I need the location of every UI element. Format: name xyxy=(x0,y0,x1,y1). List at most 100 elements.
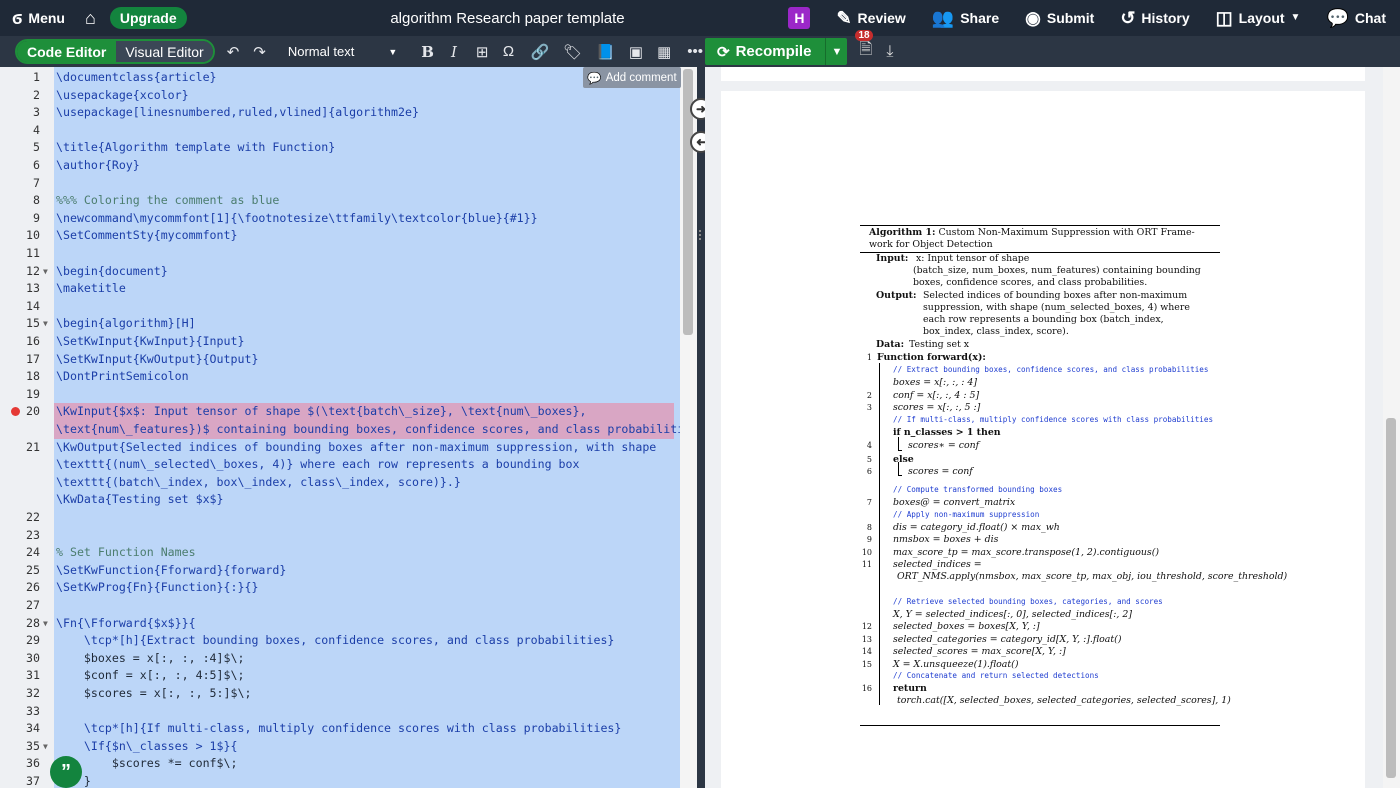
algorithm-statement: selected_indices = xyxy=(893,559,982,570)
fold-toggle-icon[interactable]: ▼ xyxy=(43,315,48,333)
recompile-label: Recompile xyxy=(735,43,812,60)
code-editor-pane[interactable]: 1 \documentclass{article} 2 \usepackage{xco… xyxy=(0,67,697,788)
code-line[interactable]: 27 xyxy=(0,597,697,615)
layout-button[interactable]: ◫ Layout ▼ xyxy=(1216,0,1301,36)
drag-handle-icon[interactable] xyxy=(699,230,703,240)
redo-icon[interactable]: ↷ xyxy=(253,43,266,61)
pdf-page-previous xyxy=(721,67,1365,81)
math-icon[interactable]: ⊞ xyxy=(476,43,489,61)
code-line[interactable]: \text{num\_features})$ containing boundi… xyxy=(0,421,697,439)
code-line[interactable]: 8 %%% Coloring the comment as blue xyxy=(0,192,697,210)
code-line[interactable]: 24 % Set Function Names xyxy=(0,544,697,562)
download-pdf-button[interactable]: ⤓ xyxy=(886,43,893,61)
code-line[interactable]: 13 \maketitle xyxy=(0,280,697,298)
fold-toggle-icon[interactable]: ▼ xyxy=(43,615,48,633)
chat-button[interactable]: 💬 Chat xyxy=(1326,0,1386,36)
code-line[interactable]: 18 \DontPrintSemicolon xyxy=(0,368,697,386)
algorithm-caption-label: Algorithm 1: xyxy=(869,227,936,238)
code-line[interactable]: 31 $conf = x[:, :, 4:5]$\; xyxy=(0,667,697,685)
submit-button[interactable]: ◉ Submit xyxy=(1025,0,1094,36)
code-line[interactable]: 35 ▼ \If{$n\_classes > 1$}{ xyxy=(0,738,697,756)
code-line[interactable]: 2 \usepackage{xcolor} xyxy=(0,87,697,105)
share-button[interactable]: 👥 Share xyxy=(932,0,999,36)
code-editor-button[interactable]: Code Editor xyxy=(17,41,117,62)
recompile-options-dropdown[interactable]: ▼ xyxy=(825,38,848,65)
code-line[interactable]: 23 xyxy=(0,527,697,545)
code-text: \Fn{\Fforward{$x$}}{ xyxy=(56,615,196,630)
code-line[interactable]: \texttt{(num\_selected\_boxes, 4)} where… xyxy=(0,456,697,474)
home-button[interactable]: ⌂ xyxy=(85,0,96,36)
history-button[interactable]: ↺ History xyxy=(1120,0,1189,36)
code-line[interactable]: 22 xyxy=(0,509,697,527)
code-line[interactable]: \texttt{(batch\_index, box\_index, class… xyxy=(0,474,697,492)
code-line[interactable]: 15 ▼ \begin{algorithm}[H] xyxy=(0,315,697,333)
code-line[interactable]: 28 ▼ \Fn{\Fforward{$x$}}{ xyxy=(0,615,697,633)
code-line[interactable]: 30 $boxes = x[:, :, :4]$\; xyxy=(0,650,697,668)
code-text: \texttt{(num\_selected\_boxes, 4)} where… xyxy=(56,457,580,472)
table-icon[interactable]: ▦ xyxy=(657,43,671,61)
code-line[interactable]: 14 xyxy=(0,298,697,316)
italic-icon[interactable]: I xyxy=(448,43,460,61)
code-text: $scores *= conf$\; xyxy=(56,756,238,771)
code-line[interactable]: 6 \author{Roy} xyxy=(0,157,697,175)
code-line[interactable]: \KwData{Testing set $x$} xyxy=(0,491,697,509)
code-line[interactable]: 11 xyxy=(0,245,697,263)
code-line[interactable]: 16 \SetKwInput{KwInput}{Input} xyxy=(0,333,697,351)
code-line[interactable]: 25 \SetKwFunction{Fforward}{forward} xyxy=(0,562,697,580)
code-line[interactable]: 17 \SetKwInput{KwOutput}{Output} xyxy=(0,351,697,369)
globe-icon: ◉ xyxy=(1025,8,1041,28)
menu-button[interactable]: ϭ Menu xyxy=(12,0,65,36)
code-line[interactable]: 5 \title{Algorithm template with Function… xyxy=(0,139,697,157)
reference-icon[interactable]: 📘 xyxy=(596,43,615,61)
user-avatar[interactable]: H xyxy=(788,7,811,29)
code-line[interactable]: 37 } xyxy=(0,773,697,788)
code-line[interactable]: 4 xyxy=(0,122,697,140)
line-number: 35 xyxy=(26,738,40,753)
bottom-rule xyxy=(860,725,1220,726)
input-line2: (batch_size, num_boxes, num_features) co… xyxy=(913,265,1201,276)
preview-scrollbar-thumb[interactable] xyxy=(1386,418,1396,778)
algorithm-line-number: 3 xyxy=(866,403,872,412)
data-keyword: Data: xyxy=(876,339,905,350)
line-number: 2 xyxy=(33,87,40,102)
recompile-button[interactable]: ⟳ Recompile xyxy=(705,38,826,65)
add-comment-button[interactable]: 💬 Add comment xyxy=(583,67,681,88)
bold-icon[interactable]: B xyxy=(421,43,434,61)
undo-icon[interactable]: ↶ xyxy=(227,43,240,61)
more-icon[interactable]: ••• xyxy=(687,43,703,60)
code-line[interactable]: 3 \usepackage[linesnumbered,ruled,vlined]… xyxy=(0,104,697,122)
symbol-icon[interactable]: Ω xyxy=(503,43,515,60)
code-line[interactable]: 9 \newcommand\mycommfont[1]{\footnotesize… xyxy=(0,210,697,228)
logs-button[interactable]: 🗎 18 xyxy=(855,30,873,65)
else-vline xyxy=(898,462,899,475)
code-line[interactable]: 33 xyxy=(0,703,697,721)
line-number: 22 xyxy=(26,510,40,524)
image-icon[interactable]: ▣ xyxy=(629,43,643,61)
code-line[interactable]: 12 ▼ \begin{document} xyxy=(0,263,697,281)
algorithm-caption: Algorithm 1: Custom Non-Maximum Suppress… xyxy=(869,227,1195,238)
code-line[interactable]: 7 xyxy=(0,175,697,193)
download-icon: ⤓ xyxy=(886,42,894,60)
upgrade-button[interactable]: Upgrade xyxy=(109,7,187,29)
fold-toggle-icon[interactable]: ▼ xyxy=(43,263,48,281)
fold-toggle-icon[interactable]: ▼ xyxy=(43,738,48,756)
link-icon[interactable]: 🔗 xyxy=(531,43,550,61)
chat-floating-button[interactable]: ” xyxy=(50,756,82,788)
code-line[interactable]: 34 \tcp*[h]{If multi-class, multiply con… xyxy=(0,720,697,738)
text-style-select[interactable]: Normal text ▼ xyxy=(288,44,397,59)
line-number: 14 xyxy=(26,298,40,313)
code-line[interactable]: 10 \SetCommentSty{mycommfont} xyxy=(0,227,697,245)
pane-divider[interactable] xyxy=(697,67,705,788)
code-line[interactable]: 36 $scores *= conf$\; xyxy=(0,755,697,773)
code-line[interactable]: 32 $scores = x[:, :, 5:]$\; xyxy=(0,685,697,703)
code-text: \usepackage[linesnumbered,ruled,vlined]{… xyxy=(56,105,419,120)
tag-icon[interactable]: 🏷 xyxy=(563,43,582,61)
code-line[interactable]: 19 xyxy=(0,386,697,404)
visual-editor-button[interactable]: Visual Editor xyxy=(116,41,213,62)
code-line[interactable]: 20 \KwInput{$x$: Input tensor of shape $(… xyxy=(0,403,697,421)
code-line[interactable]: 26 \SetKwProg{Fn}{Function}{:}{} xyxy=(0,579,697,597)
code-line[interactable]: 21 \KwOutput{Selected indices of bounding… xyxy=(0,439,697,457)
text-style-value: Normal text xyxy=(287,44,355,59)
code-line[interactable]: 29 \tcp*[h]{Extract bounding boxes, conf… xyxy=(0,632,697,650)
chevron-down-icon: ▼ xyxy=(1290,12,1301,23)
